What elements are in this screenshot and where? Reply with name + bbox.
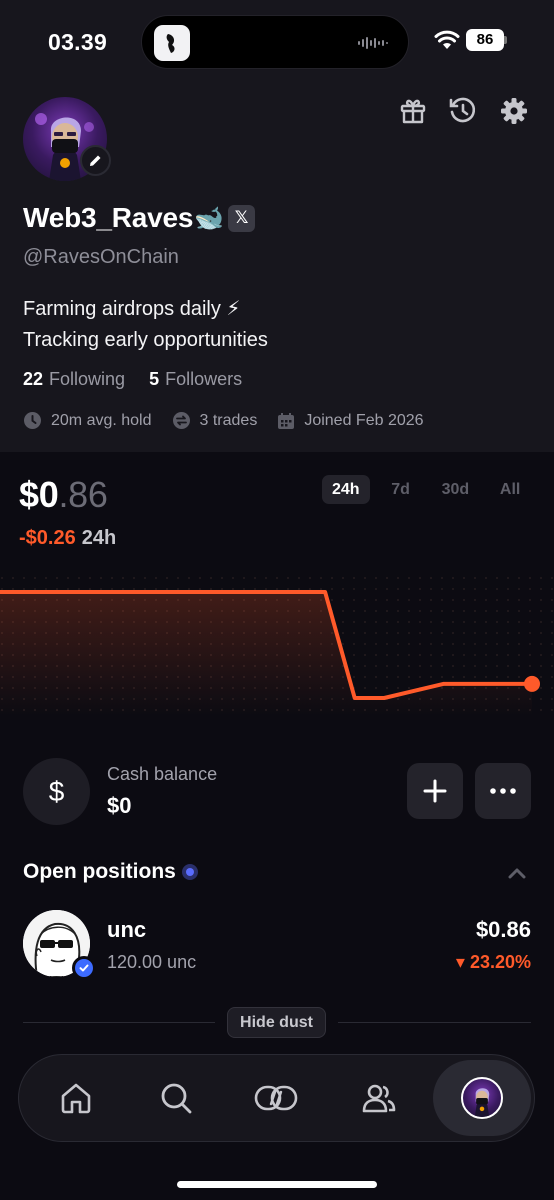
avg-hold-stat: 20m avg. hold	[23, 411, 152, 430]
joined-text: Joined Feb 2026	[304, 411, 424, 429]
swap-icon	[172, 412, 190, 429]
nav-trade[interactable]	[231, 1055, 321, 1141]
more-icon	[490, 788, 516, 794]
community-icon	[362, 1084, 396, 1113]
position-name[interactable]: unc	[107, 917, 146, 943]
dynamic-island[interactable]	[141, 15, 409, 69]
whale-emoji: 🐋	[194, 204, 225, 232]
bottom-nav	[18, 1054, 535, 1142]
live-activity-app-icon	[154, 25, 190, 61]
cash-icon: $	[23, 758, 90, 825]
followers-label: Followers	[165, 369, 243, 389]
following-label: Following	[49, 369, 126, 389]
cash-label: Cash balance	[107, 764, 218, 784]
cash-value: $0	[107, 793, 132, 818]
pencil-icon	[90, 155, 101, 166]
settings-button[interactable]	[498, 95, 530, 127]
nav-search[interactable]	[131, 1055, 221, 1141]
status-time: 03.39	[48, 29, 108, 55]
verified-check-icon	[72, 956, 96, 980]
change-amount: -$0.26	[19, 527, 76, 549]
trade-icon	[254, 1085, 298, 1111]
bio: Farming airdrops daily ⚡ Tracking early …	[23, 294, 268, 356]
joined-stat: Joined Feb 2026	[277, 411, 424, 430]
value-cents: .86	[58, 474, 108, 515]
range-tab-7d[interactable]: 7d	[378, 475, 424, 504]
chevron-up-icon[interactable]	[505, 864, 529, 882]
trades-text: 3 trades	[199, 411, 258, 429]
bio-line: Tracking early opportunities	[23, 329, 268, 351]
change-period: 24h	[81, 527, 117, 549]
gear-icon	[501, 98, 527, 124]
username-row: Web3_Raves 🐋 𝕏	[23, 200, 256, 236]
calendar-icon	[278, 412, 295, 429]
nav-profile[interactable]	[433, 1060, 531, 1136]
more-options-button[interactable]	[475, 763, 531, 819]
battery-tip	[504, 36, 507, 44]
open-positions-header[interactable]: Open positions	[23, 860, 198, 884]
nav-home[interactable]	[31, 1055, 121, 1141]
followers-link[interactable]: 5 Followers	[149, 369, 242, 390]
range-tab-24h[interactable]: 24h	[322, 475, 370, 504]
nav-community[interactable]	[334, 1055, 424, 1141]
audio-wave-icon	[358, 37, 388, 49]
following-count: 22	[23, 369, 44, 389]
status-bar: 03.39 86	[0, 0, 554, 84]
x-link-badge[interactable]: 𝕏	[228, 204, 256, 232]
edit-avatar-button[interactable]	[80, 145, 111, 176]
history-button[interactable]	[447, 95, 479, 127]
bio-line: Farming airdrops daily ⚡	[23, 298, 241, 320]
value-whole: $0	[19, 474, 59, 515]
clock-icon	[24, 412, 41, 429]
followers-count: 5	[149, 369, 160, 389]
range-tabs: 24h 7d 30d All	[322, 475, 533, 504]
gift-button[interactable]	[397, 95, 429, 127]
range-tab-all[interactable]: All	[487, 475, 533, 504]
add-cash-button[interactable]	[407, 763, 463, 819]
history-icon	[449, 97, 476, 123]
gift-icon	[400, 99, 426, 124]
wifi-icon	[434, 30, 460, 49]
username: Web3_Raves	[23, 202, 194, 233]
chart-endpoint	[524, 675, 540, 692]
trades-stat: 3 trades	[172, 411, 258, 430]
hide-dust-button[interactable]: Hide dust	[227, 1007, 326, 1038]
user-handle: @RavesOnChain	[23, 246, 179, 268]
divider	[338, 1022, 531, 1023]
battery-indicator: 86	[466, 29, 504, 51]
avg-hold-text: 20m avg. hold	[51, 411, 152, 429]
open-positions-title: Open positions	[23, 860, 176, 883]
profile-meta: 20m avg. hold 3 trades Joined Feb 2026	[23, 411, 444, 430]
position-change: ▾ 23.20%	[455, 952, 531, 972]
range-tab-30d[interactable]: 30d	[432, 475, 480, 504]
portfolio-change: -$0.26 24h	[19, 527, 116, 550]
profile-avatar	[461, 1077, 503, 1119]
home-icon	[61, 1083, 91, 1114]
search-icon	[161, 1083, 192, 1114]
position-quantity: 120.00 unc	[107, 952, 197, 972]
portfolio-chart[interactable]	[0, 576, 554, 716]
divider	[23, 1022, 215, 1023]
portfolio-value: $0.86	[19, 474, 108, 516]
following-link[interactable]: 22 Following	[23, 369, 125, 390]
plus-icon	[423, 779, 447, 803]
home-indicator	[177, 1181, 377, 1188]
follow-stats: 22 Following 5 Followers	[23, 369, 242, 390]
live-dot-icon	[181, 864, 198, 880]
position-value: $0.86	[475, 917, 531, 942]
